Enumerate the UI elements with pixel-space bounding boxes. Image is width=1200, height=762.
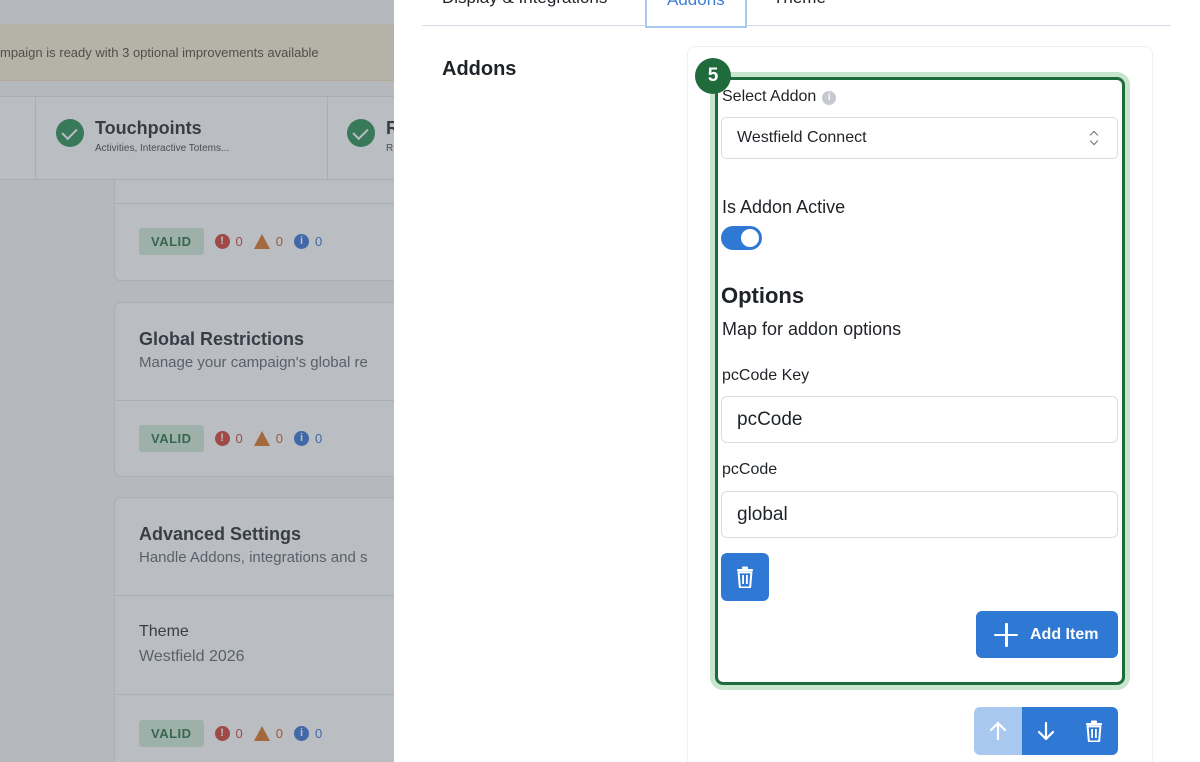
options-title: Options xyxy=(721,283,805,308)
toggle-knob xyxy=(741,229,759,247)
delete-addon-button[interactable] xyxy=(1070,707,1118,755)
trash-icon xyxy=(1086,720,1102,742)
addon-index-badge: 5 xyxy=(695,58,731,94)
select-addon-dropdown[interactable]: Westfield Connect xyxy=(721,117,1118,159)
trash-icon xyxy=(737,566,753,588)
tab-addons[interactable]: Addons xyxy=(645,0,747,28)
move-up-button[interactable] xyxy=(974,707,1022,755)
select-addon-label-text: Select Addon xyxy=(722,88,817,105)
tab-bar: Display & Integrations Addons Theme xyxy=(422,0,1171,28)
tab-display-integrations[interactable]: Display & Integrations xyxy=(442,0,607,8)
arrow-up-icon xyxy=(989,721,1007,741)
plus-icon xyxy=(994,622,1018,647)
section-label: Addons xyxy=(442,58,517,80)
addon-active-toggle[interactable] xyxy=(721,226,762,250)
add-item-button[interactable]: Add Item xyxy=(976,611,1118,658)
tab-theme[interactable]: Theme xyxy=(773,0,826,8)
info-icon[interactable]: i xyxy=(822,91,837,105)
chevron-updown-icon xyxy=(1089,131,1099,147)
arrow-down-icon xyxy=(1037,721,1055,741)
pccode-label: pcCode xyxy=(722,461,778,478)
pccode-key-label: pcCode Key xyxy=(722,367,810,384)
move-down-button[interactable] xyxy=(1022,707,1070,755)
select-addon-label: Select Addon i xyxy=(722,88,837,106)
select-addon-value: Westfield Connect xyxy=(737,129,867,146)
modal-backdrop[interactable] xyxy=(0,0,394,762)
addon-actions-group xyxy=(974,707,1118,755)
pccode-input[interactable] xyxy=(721,491,1118,538)
add-item-label: Add Item xyxy=(1030,625,1099,643)
options-subtitle: Map for addon options xyxy=(722,319,902,339)
delete-option-button[interactable] xyxy=(721,553,769,601)
settings-drawer: Display & Integrations Addons Theme Addo… xyxy=(394,0,1200,762)
addon-active-label: Is Addon Active xyxy=(722,197,846,217)
pccode-key-input[interactable] xyxy=(721,396,1118,443)
